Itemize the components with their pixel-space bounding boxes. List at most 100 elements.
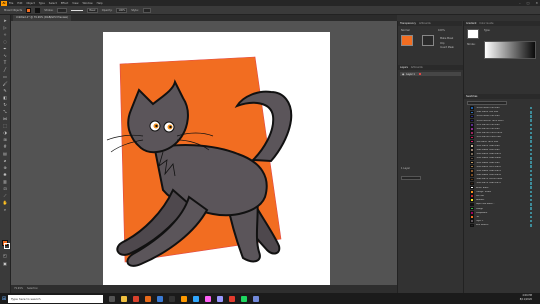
swatch-chip[interactable] (470, 114, 474, 119)
rotate-tool-icon[interactable]: ↻ (2, 102, 8, 107)
swatch-chip[interactable] (470, 215, 474, 219)
swatch-chip[interactable] (470, 118, 474, 123)
swatch-row[interactable]: New Swatch (470, 223, 538, 228)
tab-layers-artboards[interactable]: Artboards (411, 66, 423, 69)
menu-effect[interactable]: Effect (61, 2, 68, 5)
discord-icon[interactable] (253, 295, 259, 302)
width-tool-icon[interactable]: ⋈ (2, 116, 8, 121)
perspective-grid-tool-icon[interactable]: ⊞ (2, 137, 8, 142)
firefox-icon[interactable] (145, 295, 151, 302)
swatch-chip[interactable] (470, 127, 474, 131)
zoom-tool-icon[interactable]: ⌕ (2, 207, 8, 212)
menu-edit[interactable]: Edit (17, 2, 22, 5)
swatch-chip[interactable] (470, 211, 474, 215)
line-tool-icon[interactable]: ╱ (2, 67, 8, 72)
swatch-chip[interactable] (470, 185, 474, 190)
pen-tool-icon[interactable]: ✒ (2, 46, 8, 51)
menu-help[interactable]: Help (97, 2, 103, 5)
style-field[interactable] (142, 7, 151, 13)
tab-gradient[interactable]: Gradient (466, 22, 476, 25)
scale-tool-icon[interactable]: ⤡ (2, 109, 8, 114)
acrobat-icon[interactable] (229, 295, 235, 302)
slice-tool-icon[interactable]: ⟋ (2, 193, 8, 198)
mail-icon[interactable] (157, 295, 163, 302)
swatch-chip[interactable] (470, 164, 474, 169)
indesign-icon[interactable] (205, 295, 211, 302)
swatch-chip[interactable] (470, 110, 474, 115)
swatch-chip[interactable] (470, 135, 474, 140)
stroke-profile-preview[interactable] (71, 9, 84, 11)
stroke-swatch[interactable] (4, 243, 10, 249)
artwork[interactable] (103, 32, 330, 293)
direct-selection-tool-icon[interactable]: ▷ (2, 25, 8, 30)
free-transform-tool-icon[interactable]: ⬚ (2, 123, 8, 128)
rectangle-tool-icon[interactable]: ▭ (2, 74, 8, 79)
menu-window[interactable]: Window (82, 2, 92, 5)
fill-color-swatch[interactable] (26, 7, 32, 13)
swatch-chip[interactable] (470, 198, 474, 202)
curvature-tool-icon[interactable]: ∿ (2, 53, 8, 58)
spotify-icon[interactable] (241, 295, 247, 302)
taskbar-search-box[interactable]: Type here to search (8, 294, 103, 303)
swatch-chip[interactable] (470, 144, 474, 148)
illustrator-icon[interactable] (181, 295, 187, 302)
swatch-chip[interactable] (470, 181, 474, 186)
gradient-slider[interactable] (484, 41, 536, 59)
swatch-chip[interactable] (470, 148, 474, 152)
zoom-level[interactable]: 79.99% (14, 287, 23, 290)
gradient-tool-icon[interactable]: ▤ (2, 151, 8, 156)
swatch-chip[interactable] (470, 131, 474, 135)
selection-tool-icon[interactable]: ➤ (2, 18, 8, 23)
swatch-chip[interactable] (470, 156, 474, 161)
swatch-chip[interactable] (470, 139, 474, 144)
mask-thumbnail[interactable] (422, 35, 434, 46)
screen-mode-icon[interactable]: ▣ (2, 261, 8, 266)
swatch-chip[interactable] (470, 190, 474, 194)
visibility-eye-icon[interactable]: ◉ (402, 73, 404, 76)
swatch-chip[interactable] (470, 223, 474, 228)
type-tool-icon[interactable]: T (2, 60, 8, 65)
gradient-preview-swatch[interactable] (467, 29, 479, 39)
swatch-chip[interactable] (470, 106, 474, 110)
taskbar-clock[interactable]: 4:06 PM 8/11/2020 (520, 294, 532, 302)
tab-transparency[interactable]: Transparency (400, 22, 416, 25)
hand-tool-icon[interactable]: ✋ (2, 200, 8, 205)
tab-swatches[interactable]: Swatches (466, 95, 477, 98)
graph-tool-icon[interactable]: ▥ (2, 179, 8, 184)
swatch-search-field[interactable] (467, 101, 507, 105)
stroke-weight-field[interactable] (57, 7, 68, 13)
swatch-chip[interactable] (470, 169, 474, 173)
draw-mode-icon[interactable]: ◰ (2, 253, 8, 258)
blend-tool-icon[interactable]: ⊕ (2, 165, 8, 170)
swatch-chip[interactable] (470, 194, 474, 198)
tab-artboards[interactable]: Artboards (419, 22, 431, 25)
canvas-area[interactable] (11, 21, 397, 293)
menu-type[interactable]: Type (39, 2, 45, 5)
opacity-field[interactable]: 100% (116, 7, 128, 13)
store-icon[interactable] (169, 295, 175, 302)
invert-mask-checkbox[interactable]: Invert Mask (440, 46, 454, 49)
chrome-icon[interactable] (133, 295, 139, 302)
magic-wand-tool-icon[interactable]: ✧ (2, 32, 8, 37)
swatch-chip[interactable] (470, 206, 474, 211)
swatch-chip[interactable] (470, 173, 474, 177)
opacity-value[interactable]: 100% (438, 29, 445, 32)
swatch-chip[interactable] (470, 123, 474, 127)
layer-row[interactable]: ◉ Layer 1 (400, 72, 461, 76)
stroke-color-swatch[interactable] (35, 7, 41, 13)
mesh-tool-icon[interactable]: # (2, 144, 8, 149)
swatch-chip[interactable] (470, 219, 474, 223)
windows-start-icon[interactable]: ⊞ (0, 293, 8, 304)
swatch-chip[interactable] (470, 202, 474, 207)
lasso-tool-icon[interactable]: ◌ (2, 39, 8, 44)
photoshop-icon[interactable] (193, 295, 199, 302)
symbol-sprayer-tool-icon[interactable]: ✺ (2, 172, 8, 177)
menu-view[interactable]: View (72, 2, 78, 5)
paintbrush-tool-icon[interactable]: 🖌 (2, 81, 8, 86)
tab-layers[interactable]: Layers (400, 66, 408, 69)
swatch-chip[interactable] (470, 160, 474, 165)
task-view-icon[interactable] (109, 295, 115, 302)
eyedropper-tool-icon[interactable]: ⌀ (2, 158, 8, 163)
swatch-chip[interactable] (470, 177, 474, 182)
clip-checkbox[interactable]: Clip (440, 42, 445, 45)
